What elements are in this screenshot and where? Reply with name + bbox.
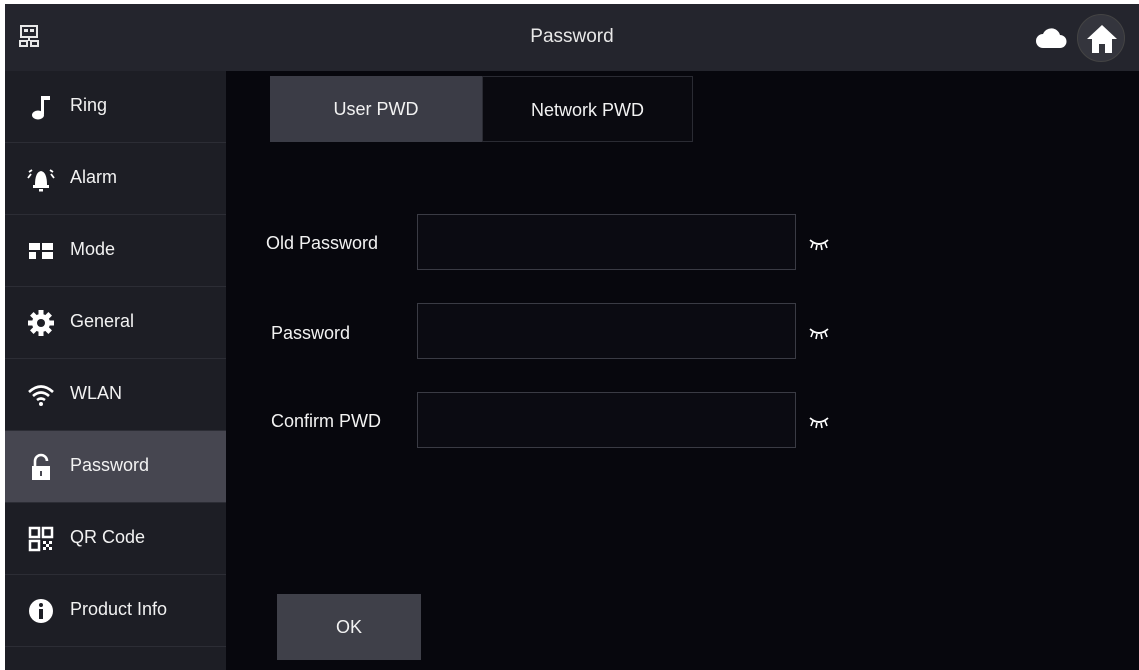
unlock-icon [32, 453, 50, 480]
ok-button[interactable]: OK [277, 594, 421, 660]
page-title: Password [530, 26, 614, 47]
sidebar: Ring Alarm Mode General WLAN Password QR… [5, 71, 226, 670]
wifi-icon [28, 385, 54, 406]
gear-icon [28, 310, 54, 336]
old-password-field[interactable] [417, 214, 796, 270]
home-icon [1087, 25, 1117, 53]
sidebar-item-label: Product Info [70, 599, 168, 619]
sidebar-item-label: General [70, 311, 135, 331]
top-bar: Password [5, 4, 1139, 71]
sidebar-item-password[interactable]: Password [5, 431, 226, 503]
confirm-pwd-label: Confirm PWD [271, 411, 382, 431]
sidebar-item-label: Mode [70, 239, 116, 259]
tab-network-pwd[interactable]: Network PWD [482, 76, 693, 142]
sidebar-item-product-info[interactable]: Product Info [5, 575, 226, 647]
eye-closed-icon[interactable] [808, 237, 830, 251]
grid-icon [29, 243, 53, 259]
eye-closed-icon[interactable] [808, 326, 830, 340]
sidebar-item-mode[interactable]: Mode [5, 215, 226, 287]
sidebar-item-alarm[interactable]: Alarm [5, 143, 226, 215]
sidebar-item-wlan[interactable]: WLAN [5, 359, 226, 431]
sidebar-item-label: Password [70, 455, 150, 475]
password-field[interactable] [417, 303, 796, 359]
eye-closed-icon[interactable] [808, 415, 830, 429]
tab-user-pwd[interactable]: User PWD [270, 76, 482, 142]
sidebar-item-label: Alarm [70, 167, 118, 187]
old-password-label: Old Password [266, 233, 379, 253]
qr-code-icon [28, 526, 54, 552]
home-button[interactable] [1077, 14, 1125, 62]
cloud-icon[interactable] [1035, 26, 1067, 50]
confirm-pwd-field[interactable] [417, 392, 796, 448]
password-label: Password [271, 323, 351, 343]
sidebar-item-general[interactable]: General [5, 287, 226, 359]
info-icon [29, 599, 53, 623]
sidebar-item-label: WLAN [70, 383, 123, 403]
sidebar-item-ring[interactable]: Ring [5, 71, 226, 143]
music-note-icon [32, 96, 50, 120]
sidebar-item-label: QR Code [70, 527, 146, 547]
sidebar-item-qr-code[interactable]: QR Code [5, 503, 226, 575]
screen: Password Ring Alarm Mode General WLAN Pa… [5, 4, 1139, 670]
alarm-bell-icon [27, 169, 55, 192]
sidebar-item-label: Ring [70, 95, 108, 115]
